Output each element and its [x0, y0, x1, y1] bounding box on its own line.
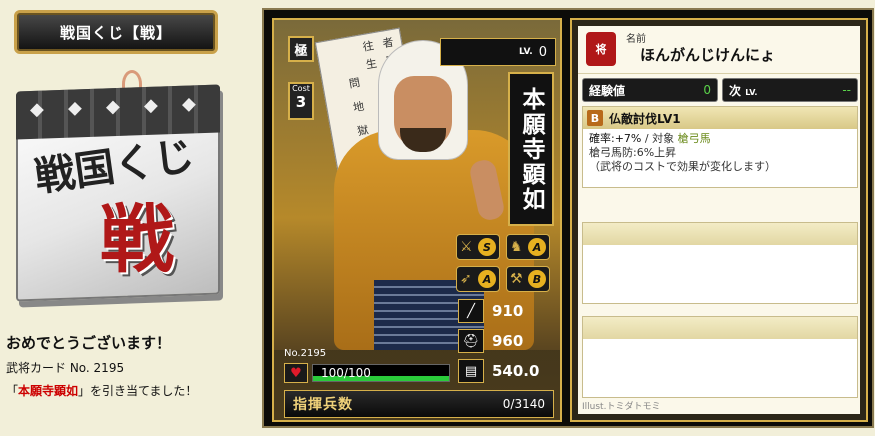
cost-value: 3 [295, 93, 307, 111]
unit-aptitudes: ⚔ S ♞ A ➶ A ⚒ B [456, 234, 556, 296]
skill-description: 確率:+7% / 対象 槍弓馬 槍弓馬防:6%上昇 （武将のコストで効果が変化し… [583, 129, 857, 177]
cost-label: Cost [292, 84, 310, 93]
cost-badge: Cost 3 [288, 82, 314, 120]
speed-value: 540.0 [492, 362, 540, 380]
troop-label: 指揮兵数 [293, 397, 353, 413]
unit-horse: ♞ A [506, 234, 550, 260]
card-detail-side: 将 名前 ほんがんじけんにょ 経験値 0 次 LV. -- B 仏敵討伐LV1 [570, 18, 868, 422]
xp-box: 経験値 0 [582, 78, 718, 102]
unit-spear: ⚔ S [456, 234, 500, 260]
quote-open: 「 [6, 384, 19, 398]
drawn-name: 本願寺顕如 [18, 384, 79, 398]
siege-icon: ⚒ [510, 271, 523, 287]
scroll-char: 問 [346, 76, 362, 90]
diamond-icon: ◆ [30, 98, 44, 121]
diamond-icon: ◆ [144, 94, 158, 117]
box-logo-kanji: 戦 [100, 197, 174, 283]
congrats-text: おめでとうございます！ [6, 334, 172, 352]
defense-stat: ⛑ 960 [458, 328, 554, 354]
name-reading: ほんがんじけんにょ [640, 46, 776, 64]
gacha-title-banner: 戦国くじ【戦】 [14, 10, 218, 54]
next-label: 次 LV. [729, 82, 757, 99]
skill-line-1: 確率:+7% / 対象 槍弓馬 [589, 132, 851, 146]
attack-stat: ╱ 910 [458, 298, 554, 324]
hp-bar: 100/100 [312, 364, 450, 382]
level-label: LV. [518, 47, 533, 57]
helmet-icon: ⛑ [458, 329, 484, 353]
drawn-name-line: 「本願寺顕如」を引き当てました！ [6, 382, 197, 399]
skill-target-label: 対象 [652, 132, 675, 145]
hp-value: 100/100 [321, 366, 371, 380]
name-label: 名前 [626, 34, 646, 45]
heart-icon: ♥ [284, 363, 308, 383]
skill-grade-badge: B [587, 110, 603, 126]
general-card: 者 天 往 生 問 地 獄 極 Cost 3 LV. 0 本願寺顕如 [262, 8, 874, 428]
book-icon: ▤ [458, 359, 484, 383]
skill-slot-3 [582, 316, 858, 398]
unit-grade: A [478, 270, 496, 288]
card-portrait-side: 者 天 往 生 問 地 獄 極 Cost 3 LV. 0 本願寺顕如 [272, 18, 562, 422]
illustrator-credit: Illust.トミダトモミ [582, 402, 661, 412]
scroll-char: 地 [350, 99, 366, 114]
unit-grade: S [478, 238, 496, 256]
troop-bar: 指揮兵数 0/3140 [284, 390, 554, 418]
skill-separator: / [644, 132, 649, 145]
skill-target: 槍弓馬 [677, 132, 711, 145]
sword-icon: ╱ [458, 299, 484, 323]
scroll-char: 往 [360, 39, 376, 53]
next-lv-text: LV. [745, 87, 758, 97]
skill-name: 仏敵討伐LV1 [609, 111, 681, 126]
level-value: 0 [538, 44, 547, 60]
troop-value: 0/3140 [502, 397, 545, 411]
defense-value: 960 [492, 332, 524, 350]
unit-grade: B [528, 270, 546, 288]
next-value: -- [842, 83, 851, 97]
unit-grade: A [528, 238, 546, 256]
scroll-char: 者 [380, 35, 395, 49]
card-number: No.2195 [284, 348, 327, 359]
next-text: 次 [729, 83, 742, 98]
next-level-box: 次 LV. -- [722, 78, 858, 102]
lottery-box-image: ◆ ◆ ◆ ◆ ◆ 戦国くじ 戦 [14, 70, 224, 306]
hp-row: ♥ 100/100 [284, 362, 454, 384]
xp-label: 経験値 [589, 83, 626, 98]
card-number-line: 武将カード No. 2195 [6, 361, 125, 375]
skill-header: B 仏敵討伐LV1 [583, 107, 857, 129]
diamond-icon: ◆ [182, 93, 196, 115]
rarity-badge: 極 [288, 36, 314, 62]
xp-value: 0 [703, 83, 711, 97]
attack-value: 910 [492, 302, 524, 320]
skill-line-2: 槍弓馬防:6%上昇 [589, 146, 677, 159]
skill-slot-1: B 仏敵討伐LV1 確率:+7% / 対象 槍弓馬 槍弓馬防:6%上昇 （武将の… [582, 106, 858, 188]
level-box: LV. 0 [440, 38, 556, 66]
diamond-icon: ◆ [106, 95, 120, 118]
diamond-icon: ◆ [68, 97, 82, 119]
unit-siege: ⚒ B [506, 266, 550, 292]
horse-icon: ♞ [510, 239, 523, 255]
general-name-vertical: 本願寺顕如 [508, 72, 554, 226]
scroll-char: 生 [363, 57, 379, 71]
skill-line-3: （武将のコストで効果が変化します） [589, 160, 776, 173]
experience-row: 経験値 0 次 LV. -- [582, 78, 858, 102]
speed-stat: ▤ 540.0 [458, 358, 554, 384]
skill-header-empty [583, 317, 857, 339]
name-header: 将 名前 ほんがんじけんにょ [578, 26, 860, 74]
bow-icon: ➶ [460, 271, 472, 287]
unit-bow: ➶ A [456, 266, 500, 292]
result-message: おめでとうございます！ 武将カード No. 2195 「本願寺顕如」を引き当てま… [6, 332, 197, 399]
general-seal-icon: 将 [586, 32, 616, 66]
spear-icon: ⚔ [460, 239, 473, 255]
detail-panel: 将 名前 ほんがんじけんにょ 経験値 0 次 LV. -- B 仏敵討伐LV1 [578, 26, 860, 414]
skill-rate: 確率:+7% [589, 132, 642, 145]
skill-slot-2 [582, 222, 858, 304]
drawn-suffix: 」を引き当てました！ [78, 384, 198, 398]
skill-header-empty [583, 223, 857, 245]
